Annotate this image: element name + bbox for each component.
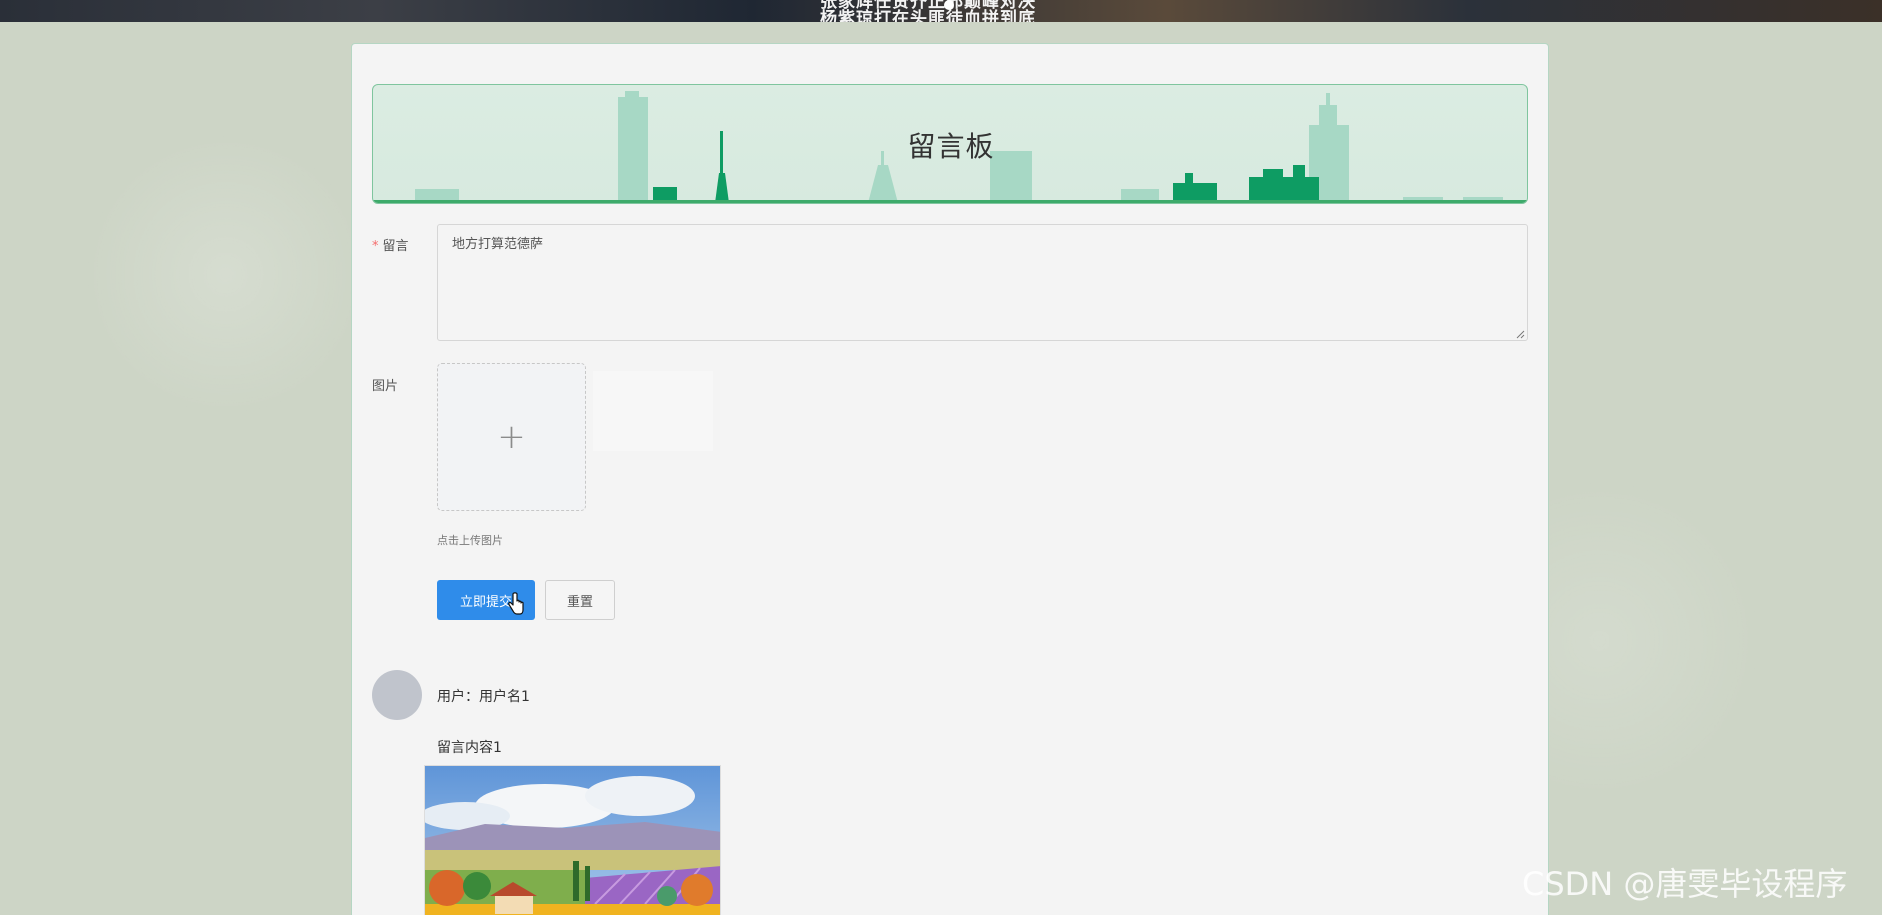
message-content: 留言内容1 (437, 740, 502, 756)
required-mark: * (372, 239, 379, 254)
upload-tip: 点击上传图片 (437, 534, 503, 547)
reset-button[interactable]: 重置 (545, 580, 615, 620)
image-upload-box[interactable]: + (437, 363, 586, 511)
landscape-painting (425, 766, 720, 915)
resize-grip-icon[interactable] (1515, 329, 1525, 339)
image-label: 图片 (372, 379, 399, 394)
top-banner: 张家辉任贤齐正邪巅峰对决 杨紫琼打在头匪徒血拼到底 (0, 0, 1882, 22)
message-user: 用户：用户名1 (437, 689, 530, 705)
message-image (424, 765, 721, 915)
board-header: 留言板 (372, 84, 1528, 204)
message-textarea[interactable]: 地方打算范德萨 (437, 224, 1528, 341)
hand-pointer-icon (508, 592, 524, 615)
message-board-panel: 留言板 * 留言 地方打算范德萨 图片 + 点击上传图片 立即提交 重置 用户：用… (351, 43, 1549, 915)
header-bottom-bar (373, 200, 1527, 203)
message-label: * 留言 (372, 235, 409, 254)
avatar (372, 670, 422, 720)
carousel-dot[interactable] (944, 0, 954, 10)
upload-preview-area (593, 371, 713, 451)
plus-icon: + (497, 417, 526, 457)
banner-line-2: 杨紫琼打在头匪徒血拼到底 (820, 9, 1036, 23)
banner-text: 张家辉任贤齐正邪巅峰对决 杨紫琼打在头匪徒血拼到底 (820, 0, 1120, 22)
watermark: CSDN @唐雯毕设程序 (1522, 865, 1848, 903)
message-label-text: 留言 (382, 239, 409, 254)
page-title: 留言板 (907, 130, 995, 163)
